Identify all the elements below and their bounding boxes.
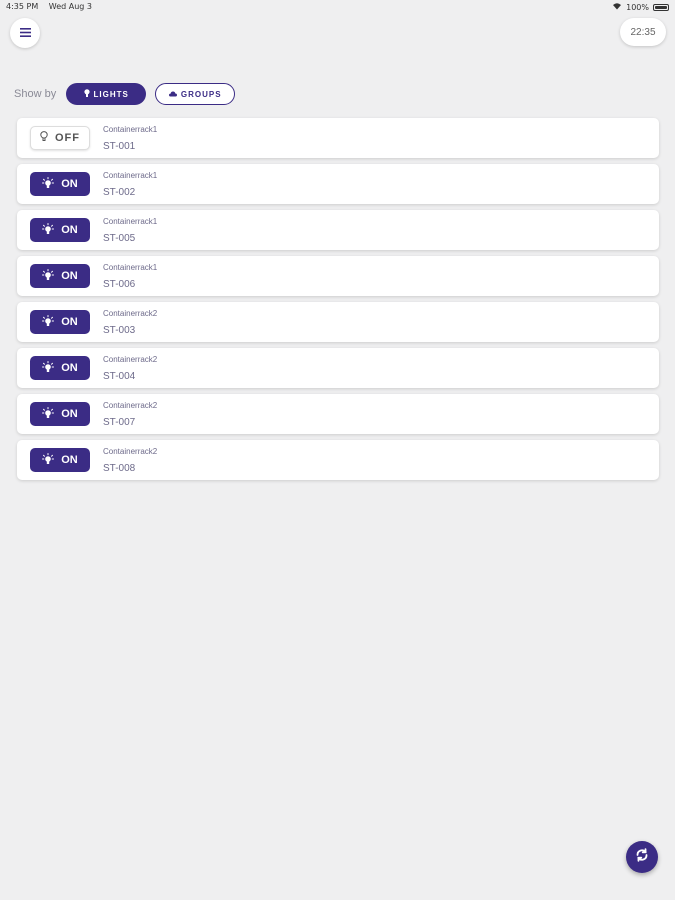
battery-icon [653,3,669,11]
bulb-on-icon [42,222,55,238]
bulb-on-icon [42,360,55,376]
light-row[interactable]: ON Containerrack2 ST-004 [17,348,659,388]
refresh-button[interactable] [626,841,658,873]
cloud-icon [168,90,177,99]
light-group-name: Containerrack2 [103,309,158,318]
light-state-label: ON [61,408,78,420]
light-toggle-button[interactable]: ON [30,264,90,288]
lights-filter-label: LIGHTS [93,89,129,99]
bulb-on-icon [42,268,55,284]
light-state-label: ON [61,224,78,236]
light-group-name: Containerrack2 [103,447,158,456]
hamburger-icon [19,24,31,42]
lights-filter-button[interactable]: LIGHTS [66,83,147,105]
light-row[interactable]: ON Containerrack1 ST-005 [17,210,659,250]
light-id: ST-006 [103,279,136,290]
bulb-on-icon [42,314,55,330]
light-group-name: Containerrack2 [103,355,158,364]
light-toggle-button[interactable]: ON [30,356,90,380]
light-toggle-button[interactable]: ON [30,402,90,426]
light-group-name: Containerrack1 [103,171,158,180]
light-state-label: ON [61,178,78,190]
light-list: OFF Containerrack1 ST-001 ON Containerrack1 S… [17,118,659,486]
refresh-icon [635,847,649,867]
show-by-label: Show by [14,88,57,100]
light-id: ST-003 [103,325,136,336]
wifi-icon [612,2,622,12]
bulb-on-icon [42,406,55,422]
clock-display: 22:35 [620,18,666,46]
light-state-label: ON [61,362,78,374]
light-group-name: Containerrack1 [103,125,158,134]
light-toggle-button[interactable]: ON [30,218,90,242]
light-toggle-button[interactable]: ON [30,448,90,472]
clock-text: 22:35 [630,26,656,38]
status-date: Wed Aug 3 [48,2,93,11]
light-id: ST-008 [103,463,136,474]
light-row[interactable]: OFF Containerrack1 ST-001 [17,118,659,158]
groups-filter-label: GROUPS [180,89,222,99]
light-row[interactable]: ON Containerrack2 ST-003 [17,302,659,342]
light-group-name: Containerrack2 [103,401,158,410]
filter-row: Show by LIGHTS GROUPS [14,82,236,106]
bulb-icon [83,89,90,99]
light-row[interactable]: ON Containerrack1 ST-002 [17,164,659,204]
bulb-on-icon [42,452,55,468]
light-toggle-button[interactable]: ON [30,310,90,334]
status-time: 4:35 PM [6,2,39,11]
light-state-label: OFF [55,132,80,144]
light-id: ST-004 [103,371,136,382]
bulb-off-icon [40,131,48,145]
light-id: ST-005 [103,233,136,244]
light-toggle-button[interactable]: ON [30,172,90,196]
light-group-name: Containerrack1 [103,263,158,272]
light-state-label: ON [61,270,78,282]
light-state-label: ON [61,454,78,466]
light-id: ST-007 [103,417,136,428]
light-row[interactable]: ON Containerrack1 ST-006 [17,256,659,296]
status-bar: 4:35 PM Wed Aug 3 100% [0,0,675,14]
light-group-name: Containerrack1 [103,217,158,226]
battery-percent: 100% [626,2,649,12]
light-row[interactable]: ON Containerrack2 ST-008 [17,440,659,480]
light-state-label: ON [61,316,78,328]
bulb-on-icon [42,176,55,192]
light-id: ST-002 [103,187,136,198]
menu-button[interactable] [10,18,40,48]
groups-filter-button[interactable]: GROUPS [155,83,236,105]
light-id: ST-001 [103,141,136,152]
light-toggle-button[interactable]: OFF [30,126,90,150]
light-row[interactable]: ON Containerrack2 ST-007 [17,394,659,434]
